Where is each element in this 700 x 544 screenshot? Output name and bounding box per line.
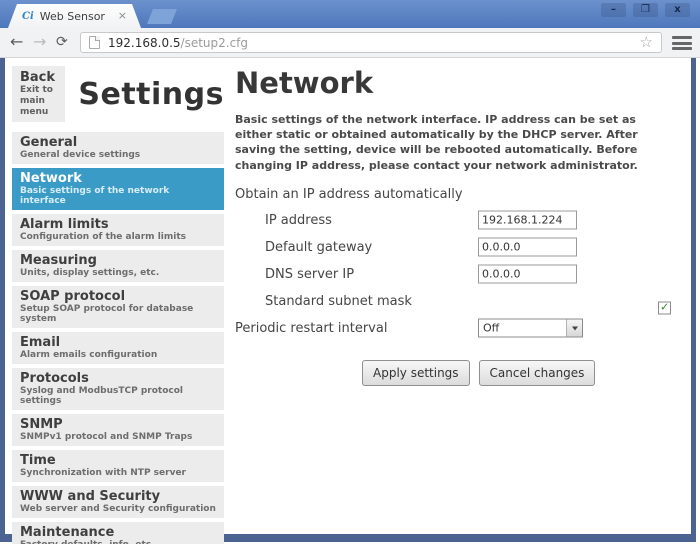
back-icon[interactable]: ← [10,31,23,53]
restart-interval-value: Off [479,322,566,335]
obtain-ip-label: Obtain an IP address automatically [235,187,463,202]
tab-title: Web Sensor [40,10,114,23]
restart-interval-select[interactable]: Off [478,319,583,338]
subnet-mask-label: Standard subnet mask [265,294,412,309]
ip-address-label: IP address [265,213,332,228]
form-buttons: Apply settings Cancel changes [235,360,687,386]
sidebar-item-snmp[interactable]: SNMP SNMPv1 protocol and SNMP Traps [12,414,224,446]
sidebar-item-time[interactable]: Time Synchronization with NTP server [12,450,224,482]
default-gateway-label: Default gateway [265,240,372,255]
address-bar[interactable]: 192.168.0.5/setup2.cfg ☆ [80,32,662,53]
page-title: Network [235,66,687,100]
back-to-main-menu-button[interactable]: Back Exit to main menu [12,66,65,122]
browser-titlebar: Ci Web Sensor × – ❐ x [0,0,700,28]
sidebar-item-measuring[interactable]: Measuring Units, display settings, etc. [12,250,224,282]
form-row-dns-server: DNS server IP [235,261,687,288]
page-frame: Back Exit to main menu Settings General … [0,58,696,542]
url-host: 192.168.0.5 [108,36,181,50]
restart-interval-label: Periodic restart interval [235,321,387,336]
select-dropdown-button[interactable] [566,320,582,337]
chevron-down-icon [572,326,578,330]
window-minimize-icon[interactable]: – [601,3,626,17]
cancel-changes-button[interactable]: Cancel changes [479,360,596,386]
network-settings-panel: Network Basic settings of the network in… [235,64,687,386]
browser-toolbar: ← → ⟳ 192.168.0.5/setup2.cfg ☆ [0,28,700,58]
settings-sidebar: Back Exit to main menu Settings General … [12,66,224,544]
sidebar-item-alarm-limits[interactable]: Alarm limits Configuration of the alarm … [12,214,224,246]
sidebar-item-www-security[interactable]: WWW and Security Web server and Security… [12,486,224,518]
sidebar-item-maintenance[interactable]: Maintenance Factory defaults, info, etc. [12,522,224,544]
url-path: /setup2.cfg [181,36,249,50]
subnet-mask-checkbox[interactable] [658,302,671,315]
sidebar-item-general[interactable]: General General device settings [12,132,224,164]
window-maximize-icon[interactable]: ❐ [633,3,658,17]
reload-icon[interactable]: ⟳ [56,31,68,53]
url-text: 192.168.0.5/setup2.cfg [108,36,640,50]
browser-menu-icon[interactable] [672,35,692,51]
default-gateway-input[interactable] [478,238,577,257]
form-row-ip-address: IP address [235,207,687,234]
apply-settings-button[interactable]: Apply settings [362,360,470,386]
settings-heading: Settings [78,77,224,112]
sidebar-item-network[interactable]: Network Basic settings of the network in… [12,168,224,210]
new-tab-button[interactable] [147,9,177,24]
page-description: Basic settings of the network interface.… [235,112,661,173]
page-icon [89,36,100,49]
window-close-icon[interactable]: x [665,3,690,17]
favicon-icon: Ci [22,11,34,22]
form-row-default-gateway: Default gateway [235,234,687,261]
dns-server-label: DNS server IP [265,267,354,282]
form-row-subnet-mask: Standard subnet mask [235,288,687,315]
dns-server-input[interactable] [478,265,577,284]
sidebar-item-protocols[interactable]: Protocols Syslog and ModbusTCP protocol … [12,368,224,410]
bookmark-star-icon[interactable]: ☆ [640,35,653,50]
tab-close-icon[interactable]: × [118,11,127,21]
ip-address-input[interactable] [478,211,577,230]
forward-icon: → [33,31,46,53]
form-row-obtain-ip: Obtain an IP address automatically [235,183,687,207]
browser-tab[interactable]: Ci Web Sensor × [8,4,141,28]
sidebar-item-soap-protocol[interactable]: SOAP protocol Setup SOAP protocol for da… [12,286,224,328]
sidebar-item-email[interactable]: Email Alarm emails configuration [12,332,224,364]
form-row-restart-interval: Periodic restart interval Off [235,315,687,342]
